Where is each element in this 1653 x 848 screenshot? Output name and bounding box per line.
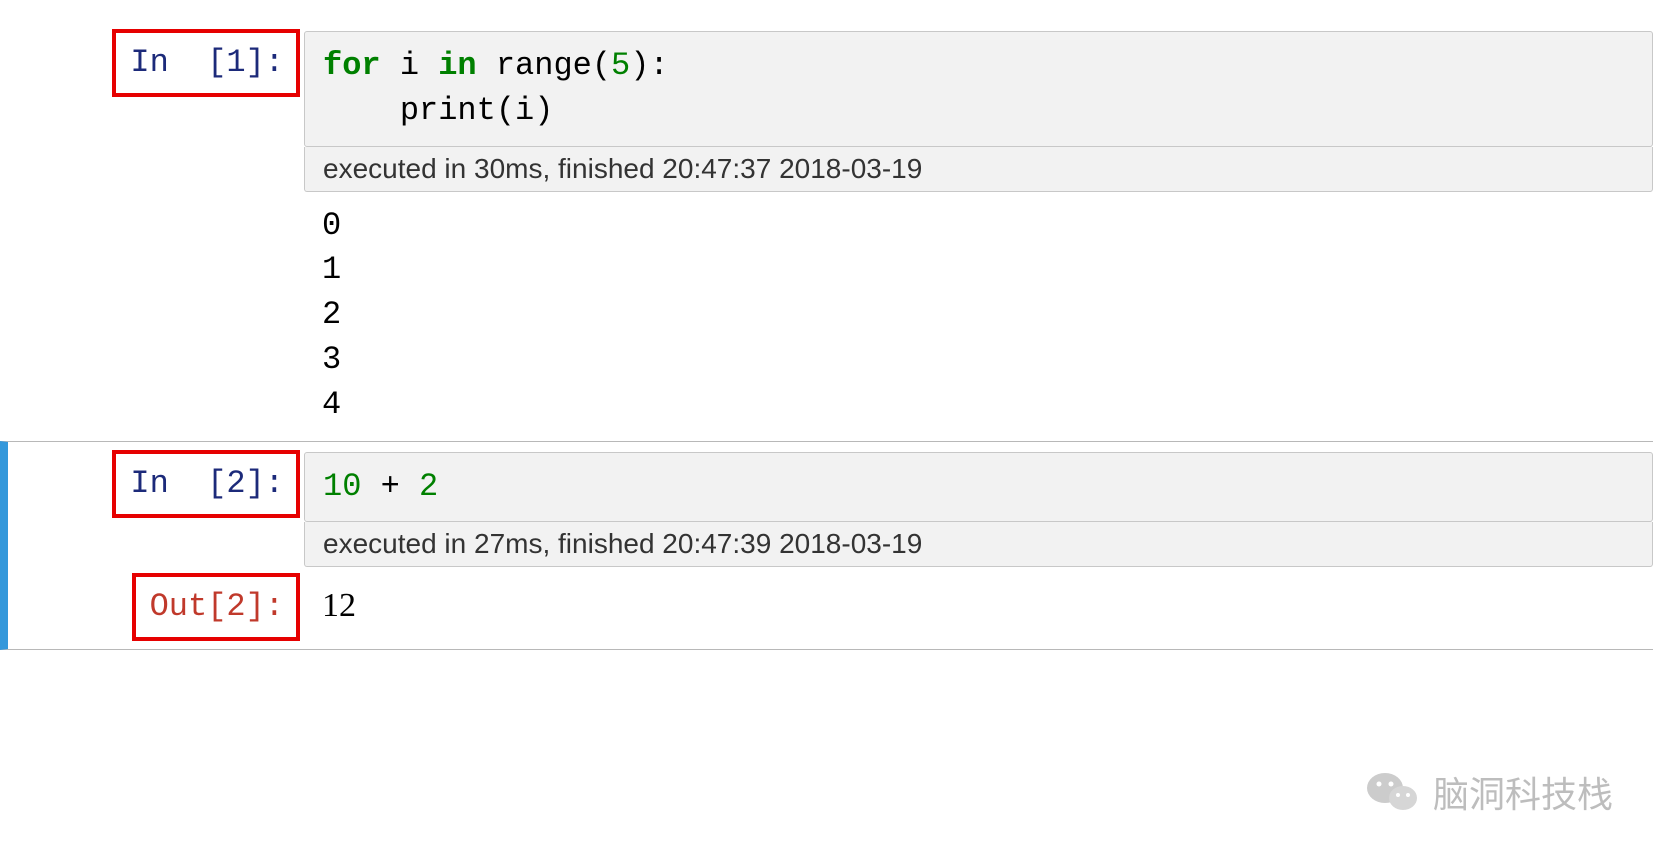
cell-1: In [1]: for i in range(5): print(i) exec…	[0, 20, 1653, 441]
num-5: 5	[611, 47, 630, 84]
indent	[323, 92, 400, 129]
prompt-col: In [2]:	[50, 450, 300, 568]
watermark-text: 脑洞科技栈	[1433, 766, 1613, 818]
fn-print: print	[400, 92, 496, 129]
num-2: 2	[419, 468, 438, 505]
num-10: 10	[323, 468, 361, 505]
out-content: 12	[300, 573, 1653, 629]
var-i2: i	[515, 92, 534, 129]
wechat-icon	[1365, 768, 1421, 816]
out-value-2: 12	[304, 573, 1653, 629]
out-prompt-2: Out[2]:	[132, 573, 300, 641]
out-line-4: 4	[322, 386, 341, 423]
exec-info-1: executed in 30ms, finished 20:47:37 2018…	[304, 147, 1653, 192]
var-i: i	[400, 47, 419, 84]
lparen: (	[592, 47, 611, 84]
notebook-container: In [1]: for i in range(5): print(i) exec…	[0, 0, 1653, 650]
out-line-2: 2	[322, 296, 341, 333]
kw-for: for	[323, 47, 381, 84]
out-prompt-col: Out[2]:	[50, 573, 300, 641]
stdout-output-1: 0 1 2 3 4	[304, 192, 1653, 432]
code-input-2[interactable]: 10 + 2	[304, 452, 1653, 523]
prompt-col: In [1]:	[50, 29, 300, 432]
kw-in: in	[438, 47, 476, 84]
lparen2: (	[496, 92, 515, 129]
out-row-2: Out[2]: 12	[50, 573, 1653, 641]
fn-range: range	[496, 47, 592, 84]
out-line-3: 3	[322, 341, 341, 378]
rparen2: )	[534, 92, 553, 129]
plus: +	[361, 468, 419, 505]
out-line-0: 0	[322, 207, 341, 244]
out-line-1: 1	[322, 251, 341, 288]
cell-content: for i in range(5): print(i) executed in …	[300, 29, 1653, 432]
cell-content: 10 + 2 executed in 27ms, finished 20:47:…	[300, 450, 1653, 568]
colon: :	[649, 47, 668, 84]
exec-info-2: executed in 27ms, finished 20:47:39 2018…	[304, 522, 1653, 567]
watermark: 脑洞科技栈	[1365, 766, 1613, 818]
cell-2: In [2]: 10 + 2 executed in 27ms, finishe…	[0, 441, 1653, 651]
rparen: )	[630, 47, 649, 84]
in-prompt-1: In [1]:	[112, 29, 300, 97]
in-prompt-2: In [2]:	[112, 450, 300, 518]
code-input-1[interactable]: for i in range(5): print(i)	[304, 31, 1653, 147]
